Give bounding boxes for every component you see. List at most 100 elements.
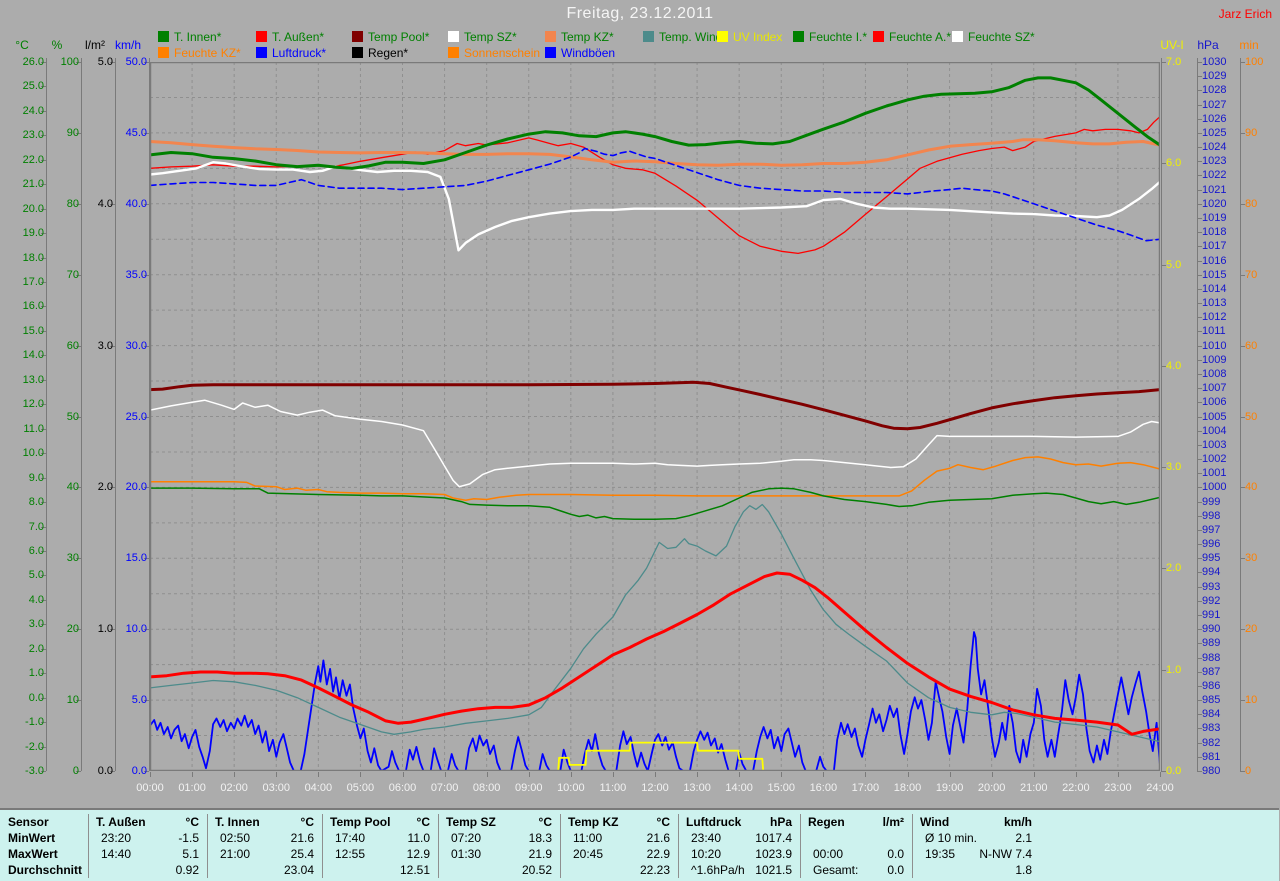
axis-tick-label-hpa: 1008 — [1202, 369, 1226, 380]
axis-tick-label-percent: 70 — [67, 270, 79, 281]
table-cell-min-regen — [800, 830, 912, 846]
x-axis-label: 04:00 — [296, 782, 340, 794]
axis-tick-label-celsius: 18.0 — [23, 253, 44, 264]
axis-tick-label-celsius: 26.0 — [23, 57, 44, 68]
table-row: SensorT. Außen°CT. Innen°CTemp Pool°CTem… — [0, 814, 1279, 830]
axis-tick-label-lm2: 4.0 — [98, 199, 113, 210]
axis-tick-label-hpa: 1005 — [1202, 412, 1226, 423]
table-cell-min-t-innen: 02:5021.6 — [207, 830, 322, 846]
x-axis-label: 24:00 — [1138, 782, 1182, 794]
legend-label: Feuchte I.* — [809, 30, 867, 44]
cell-value: 23.04 — [284, 863, 314, 877]
table-cell-min-luftdruck: 23:401017.4 — [678, 830, 800, 846]
cell-value: 1.8 — [1015, 863, 1032, 877]
table-cell-max-t-au-en: 14:40 5.1 — [88, 846, 207, 862]
axis-tick-label-hpa: 1020 — [1202, 199, 1226, 210]
cell-value: 1021.5 — [755, 863, 792, 877]
axis-tick-label-uv: 5.0 — [1166, 260, 1181, 271]
legend-label: Sonnenschein — [464, 46, 540, 60]
axis-tick-label-kmh: 20.0 — [126, 482, 147, 493]
axis-tick-label-hpa: 1021 — [1202, 185, 1226, 196]
axis-tick-label-hpa: 1002 — [1202, 454, 1226, 465]
axis-tick-label-lm2: 3.0 — [98, 341, 113, 352]
axis-tick-label-hpa: 998 — [1202, 511, 1220, 522]
cell-time: 19:35 — [925, 847, 955, 861]
sensor-unit: °C — [186, 815, 199, 829]
legend-item-temp-pool-: Temp Pool* — [352, 30, 429, 43]
legend-swatch-icon — [256, 31, 267, 42]
legend-swatch-icon — [158, 31, 169, 42]
cell-value: 5.1 — [182, 847, 199, 861]
axis-tick-label-hpa: 1003 — [1202, 440, 1226, 451]
axis-tick-label-lm2: 1.0 — [98, 624, 113, 635]
axis-tick-label-hpa: 1004 — [1202, 426, 1226, 437]
axis-tick-label-uv: 6.0 — [1166, 158, 1181, 169]
table-cell-max-t-innen: 21:0025.4 — [207, 846, 322, 862]
axis-line-min — [1240, 58, 1241, 771]
axis-tick-label-min: 90 — [1245, 128, 1257, 139]
axis-header-uv: UV-I — [1160, 38, 1183, 52]
legend-swatch-icon — [643, 31, 654, 42]
axis-tick-label-celsius: 22.0 — [23, 155, 44, 166]
axis-tick-label-hpa: 1012 — [1202, 312, 1226, 323]
axis-tick-label-kmh: 30.0 — [126, 341, 147, 352]
axis-tick-label-percent: 40 — [67, 482, 79, 493]
legend-swatch-icon — [352, 31, 363, 42]
cell-time: 17:40 — [335, 831, 365, 845]
x-axis-label: 21:00 — [1012, 782, 1056, 794]
axis-tick-label-hpa: 993 — [1202, 582, 1220, 593]
statistics-table: SensorT. Außen°CT. Innen°CTemp Pool°CTem… — [0, 808, 1279, 881]
legend-swatch-icon — [545, 47, 556, 58]
axis-tick-label-hpa: 1000 — [1202, 482, 1226, 493]
table-row: Durchschnitt0.9223.0412.5120.5222.23^1.6… — [0, 862, 1279, 878]
table-cell-min-temp-pool: 17:40 11.0 — [322, 830, 438, 846]
axis-tick-label-kmh: 15.0 — [126, 553, 147, 564]
table-cell-avg-temp-kz: 22.23 — [560, 862, 678, 878]
axis-tick-label-celsius: 2.0 — [29, 644, 44, 655]
axis-tick-label-hpa: 1010 — [1202, 341, 1226, 352]
legend-label: Feuchte KZ* — [174, 46, 241, 60]
axis-tick-label-percent: 90 — [67, 128, 79, 139]
x-axis-tick — [823, 772, 824, 777]
x-axis-label: 08:00 — [465, 782, 509, 794]
x-axis-tick — [655, 772, 656, 777]
axis-tick-label-hpa: 1027 — [1202, 100, 1226, 111]
axis-tick-label-kmh: 25.0 — [126, 412, 147, 423]
axis-tick-label-hpa: 988 — [1202, 653, 1220, 664]
legend-label: T. Außen* — [272, 30, 324, 44]
axis-tick-label-celsius: 19.0 — [23, 228, 44, 239]
axis-tick-label-lm2: 5.0 — [98, 57, 113, 68]
x-axis-label: 16:00 — [801, 782, 845, 794]
x-axis-tick — [571, 772, 572, 777]
axis-tick-label-celsius: 3.0 — [29, 619, 44, 630]
table-header-t-au-en: T. Außen °C — [88, 814, 207, 830]
axis-tick-label-lm2: 2.0 — [98, 482, 113, 493]
sensor-name: T. Außen — [96, 815, 146, 829]
cell-time: 14:40 — [101, 847, 131, 861]
weather-app-window: Freitag, 23.12.2011 Jarz Erich T. Innen*… — [0, 0, 1280, 881]
axis-tick-label-hpa: 1001 — [1202, 468, 1226, 479]
axis-tick-label-celsius: 24.0 — [23, 106, 44, 117]
legend-swatch-icon — [448, 47, 459, 58]
table-cell-avg-temp-sz: 20.52 — [438, 862, 560, 878]
axis-tick-label-hpa: 999 — [1202, 497, 1220, 508]
legend-swatch-icon — [352, 47, 363, 58]
axis-tick-label-celsius: 4.0 — [29, 595, 44, 606]
sensor-unit: hPa — [770, 815, 792, 829]
axis-tick-label-celsius: 17.0 — [23, 277, 44, 288]
table-cell-max-temp-kz: 20:4522.9 — [560, 846, 678, 862]
axis-tick-label-celsius: 15.0 — [23, 326, 44, 337]
cell-value: 25.4 — [291, 847, 314, 861]
legend-label: Luftdruck* — [272, 46, 326, 60]
axis-tick-label-percent: 80 — [67, 199, 79, 210]
axis-tick-label-hpa: 982 — [1202, 738, 1220, 749]
legend-item-feuchte-a-: Feuchte A.* — [873, 30, 951, 43]
page-title: Freitag, 23.12.2011 — [0, 5, 1280, 23]
table-header-luftdruck: LuftdruckhPa — [678, 814, 800, 830]
axis-line-lm2 — [115, 58, 116, 771]
cell-value: 11.0 — [408, 831, 430, 845]
axis-tick-label-celsius: 6.0 — [29, 546, 44, 557]
cell-value: 18.3 — [529, 831, 552, 845]
axis-tick-label-celsius: -2.0 — [25, 742, 44, 753]
axis-tick-label-celsius: 13.0 — [23, 375, 44, 386]
